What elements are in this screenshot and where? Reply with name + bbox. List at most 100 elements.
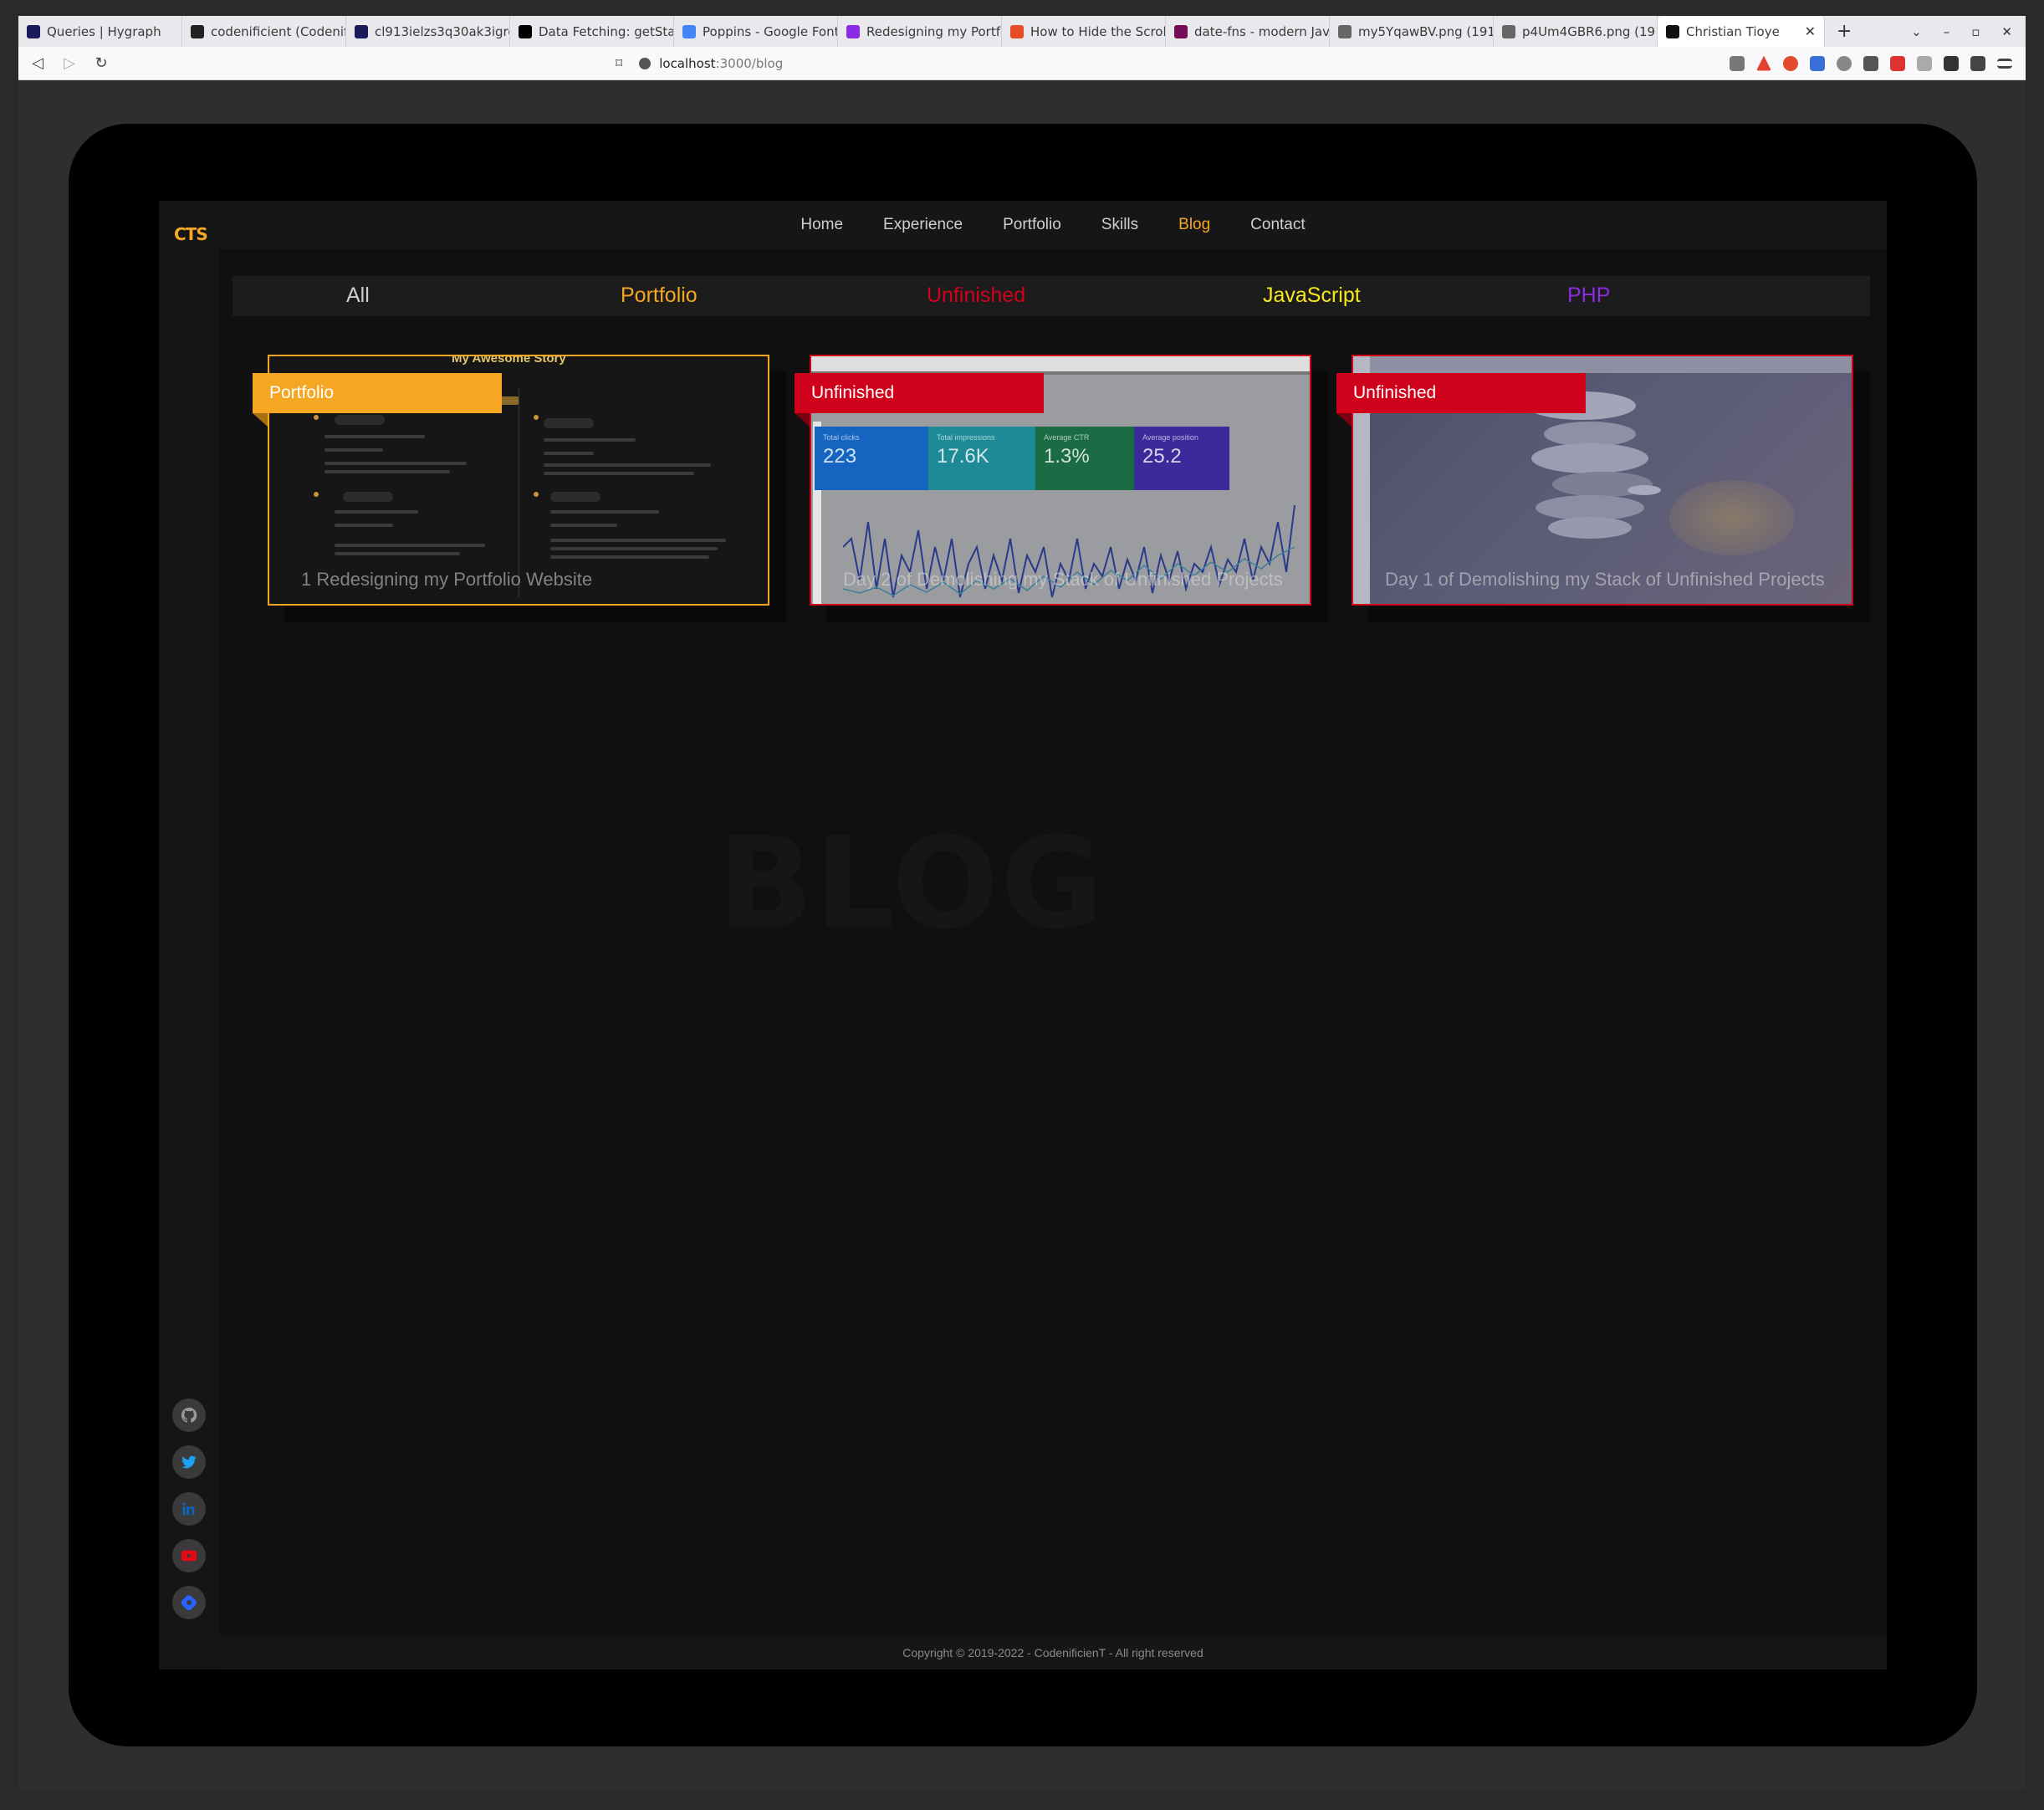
brave-rewards-icon[interactable] xyxy=(1756,55,1771,71)
tab-title: Queries | Hygraph xyxy=(47,23,161,39)
back-button[interactable]: ◁ xyxy=(25,54,50,72)
card-title[interactable]: Day 1 of Demolishing my Stack of Unfinis… xyxy=(1385,569,1825,591)
image-icon xyxy=(1502,24,1515,38)
footer: Copyright © 2019-2022 - CodenificienT - … xyxy=(219,1636,1887,1669)
image-icon xyxy=(1338,24,1352,38)
url-host: localhost xyxy=(659,55,716,71)
main-nav: Home Experience Portfolio Skills Blog Contact xyxy=(219,201,1887,249)
extension-icon[interactable] xyxy=(1810,55,1825,71)
nav-link-experience[interactable]: Experience xyxy=(883,216,963,234)
card-title[interactable]: Day 2 of Demolishing my Stack of Unfinis… xyxy=(843,569,1283,591)
x-icon xyxy=(1010,24,1024,38)
linkedin-icon[interactable] xyxy=(172,1492,206,1526)
blog-card[interactable]: Total clicks 223 Total impressions 17.6K… xyxy=(795,355,1328,622)
sidebar: CTS xyxy=(159,201,219,1669)
browser-tab[interactable]: How to Hide the Scrollb xyxy=(1002,16,1166,47)
tab-title: codenificient (Codenific xyxy=(211,23,346,39)
hygraph-icon xyxy=(27,24,40,38)
extensions-toolbar xyxy=(1730,55,2026,71)
browser-tab[interactable]: cl913ielzs3q30ak3igrco xyxy=(346,16,510,47)
category-tag-label: Unfinished xyxy=(1353,383,1437,402)
reload-button[interactable]: ↻ xyxy=(89,54,114,72)
category-tag[interactable]: Unfinished xyxy=(795,373,1044,427)
tab-title: my5YqawBV.png (1917× xyxy=(1358,23,1493,39)
browser-tab[interactable]: codenificient (Codenific xyxy=(182,16,346,47)
card-title[interactable]: 1 Redesigning my Portfolio Website xyxy=(301,569,592,591)
blog-card[interactable]: Unfinished Day 1 of Demolishing my Stack… xyxy=(1336,355,1870,622)
browser-tab[interactable]: Christian Tioye ✕ xyxy=(1658,16,1825,47)
github-icon xyxy=(191,24,204,38)
browser-tab[interactable]: p4Um4GBR6.png (1917 xyxy=(1494,16,1658,47)
browser-tab-bar: Queries | Hygraph codenificient (Codenifi… xyxy=(18,16,2026,47)
filter-php[interactable]: PHP xyxy=(1567,284,1610,308)
filter-all[interactable]: All xyxy=(346,284,370,308)
extension-icon[interactable] xyxy=(1944,55,1959,71)
extension-icon[interactable] xyxy=(1917,55,1932,71)
category-filters: All Portfolio Unfinished JavaScript PHP xyxy=(233,276,1870,316)
brave-shield-icon[interactable] xyxy=(1730,55,1745,71)
github-icon[interactable] xyxy=(172,1398,206,1432)
hygraph-icon xyxy=(355,24,368,38)
category-tag[interactable]: Portfolio xyxy=(253,373,502,427)
browser-tab[interactable]: Poppins - Google Fonts xyxy=(674,16,838,47)
menu-icon[interactable] xyxy=(1997,58,2012,69)
tab-list-icon[interactable]: ⌄ xyxy=(1911,24,1922,39)
filter-unfinished[interactable]: Unfinished xyxy=(927,284,1025,308)
site-icon xyxy=(1666,24,1679,38)
browser-tab[interactable]: date-fns - modern Javas xyxy=(1166,16,1330,47)
category-tag-label: Unfinished xyxy=(811,383,895,402)
tab-title: Poppins - Google Fonts xyxy=(703,23,838,39)
device-frame: CTS Home Experience Portfolio Skills Blog Con… xyxy=(69,124,1977,1746)
tab-title: Data Fetching: getStatic xyxy=(539,23,674,39)
minimize-button[interactable]: – xyxy=(1944,24,1950,39)
filter-javascript[interactable]: JavaScript xyxy=(1263,284,1361,308)
category-tag[interactable]: Unfinished xyxy=(1336,373,1586,427)
window-controls: ⌄ – ▫ ✕ xyxy=(1911,24,2026,39)
forward-button[interactable]: ▷ xyxy=(57,54,82,72)
category-tag-label: Portfolio xyxy=(269,383,335,402)
nav-link-blog[interactable]: Blog xyxy=(1178,216,1210,234)
hashnode-icon[interactable] xyxy=(172,1586,206,1619)
browser-tab[interactable]: Data Fetching: getStatic xyxy=(510,16,674,47)
background-watermark: BLOG xyxy=(718,811,1106,957)
tab-title: Redesigning my Portfol xyxy=(866,23,1002,39)
nextjs-icon xyxy=(519,24,532,38)
site-info-icon[interactable] xyxy=(639,57,652,69)
tab-title: How to Hide the Scrollb xyxy=(1030,23,1166,39)
twitter-icon[interactable] xyxy=(172,1445,206,1479)
nav-link-home[interactable]: Home xyxy=(800,216,843,234)
new-tab-button[interactable]: + xyxy=(1825,21,1863,42)
address-bar[interactable]: localhost:3000/blog xyxy=(639,52,1459,75)
filter-portfolio[interactable]: Portfolio xyxy=(621,284,698,308)
nav-link-portfolio[interactable]: Portfolio xyxy=(1003,216,1061,234)
extension-icon[interactable] xyxy=(1783,55,1798,71)
browser-tab[interactable]: Queries | Hygraph xyxy=(18,16,182,47)
browser-tab[interactable]: Redesigning my Portfol xyxy=(838,16,1002,47)
tab-title: Christian Tioye xyxy=(1686,23,1780,39)
copyright-text: Copyright © 2019-2022 - CodenificienT - … xyxy=(902,1646,1203,1659)
bookmark-icon[interactable]: ⌑ xyxy=(616,55,622,71)
tab-title: p4Um4GBR6.png (1917 xyxy=(1522,23,1658,39)
maximize-button[interactable]: ▫ xyxy=(1971,24,1980,39)
extension-icon[interactable] xyxy=(1890,55,1905,71)
close-tab-icon[interactable]: ✕ xyxy=(1805,23,1816,39)
nav-link-skills[interactable]: Skills xyxy=(1101,216,1138,234)
page-viewport: CTS Home Experience Portfolio Skills Blog Con… xyxy=(18,80,2026,1790)
google-fonts-icon xyxy=(682,24,696,38)
hashnode-icon xyxy=(846,24,860,38)
site-logo[interactable]: CTS xyxy=(174,224,208,244)
tab-title: date-fns - modern Javas xyxy=(1194,23,1330,39)
url-path: :3000/blog xyxy=(715,55,784,71)
datefns-icon xyxy=(1174,24,1188,38)
extension-icon[interactable] xyxy=(1837,55,1852,71)
youtube-icon[interactable] xyxy=(172,1539,206,1572)
site-screen: CTS Home Experience Portfolio Skills Blog Con… xyxy=(159,201,1887,1669)
puzzle-icon[interactable] xyxy=(1970,55,1985,71)
tab-title: cl913ielzs3q30ak3igrco xyxy=(375,23,510,39)
browser-nav-bar: ◁ ▷ ↻ ⌑ localhost:3000/blog xyxy=(18,47,2026,80)
nav-link-contact[interactable]: Contact xyxy=(1250,216,1305,234)
close-window-button[interactable]: ✕ xyxy=(2001,24,2012,39)
extension-icon[interactable] xyxy=(1863,55,1878,71)
blog-card[interactable]: My Awesome Story Portfolio 1 Redesigning… xyxy=(253,355,786,622)
browser-tab[interactable]: my5YqawBV.png (1917× xyxy=(1330,16,1494,47)
